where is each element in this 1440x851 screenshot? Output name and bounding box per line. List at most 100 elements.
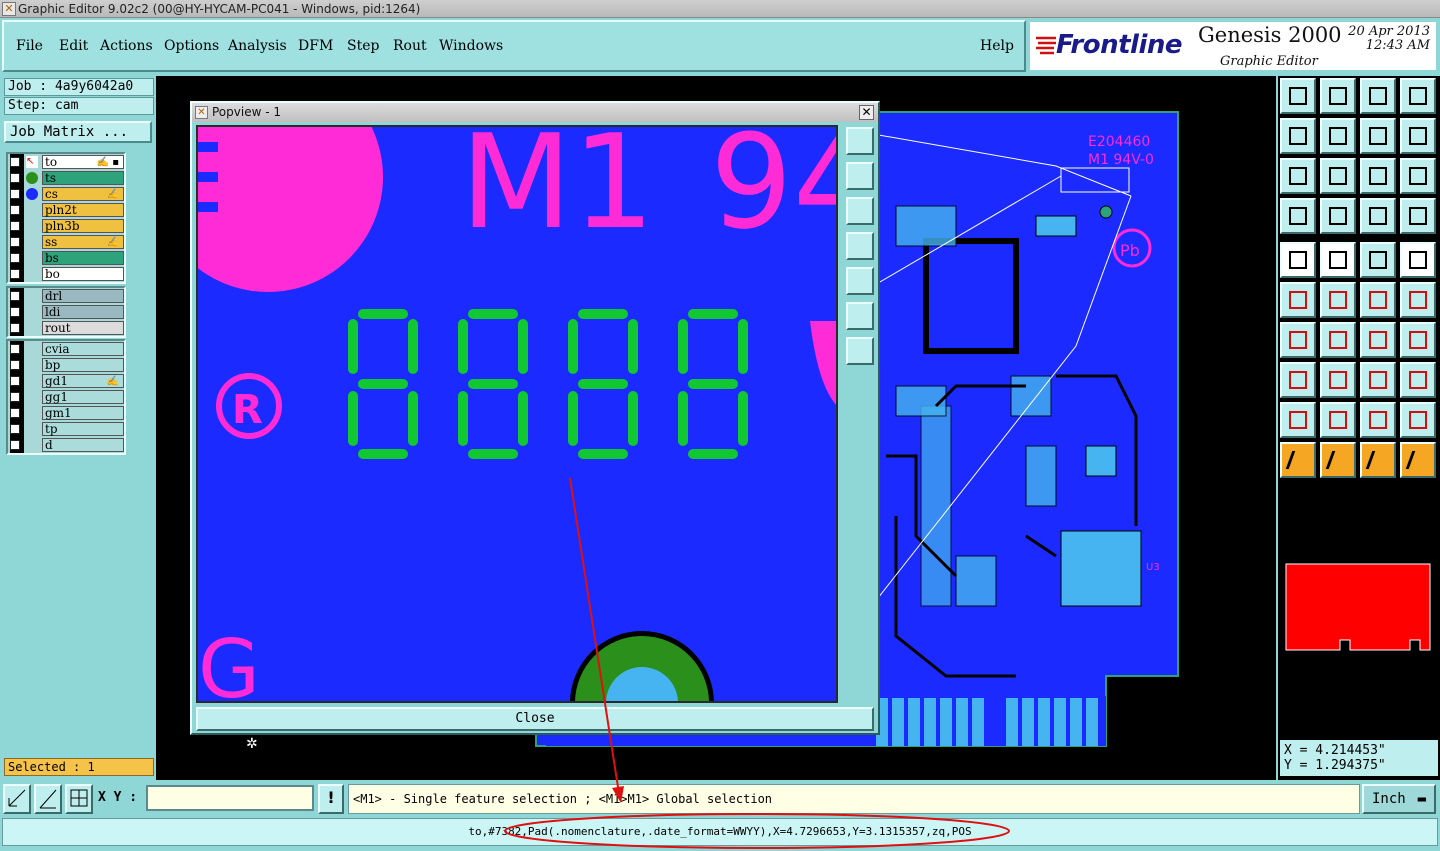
layer-row-bo[interactable]: bo (8, 266, 124, 282)
layer-row-to[interactable]: ↖ to ✍ ▪ (8, 154, 124, 170)
tool-button-5-3[interactable] (1400, 282, 1436, 318)
layer-affected-checkbox[interactable] (10, 376, 20, 386)
tool-button-7-1[interactable] (1320, 362, 1356, 398)
layer-row-bp[interactable]: bp (8, 357, 124, 373)
layer-row-gd1[interactable]: gd1 ✍ (8, 373, 124, 389)
menu-windows[interactable]: Windows (439, 38, 503, 54)
pv-pan-left-button[interactable] (846, 232, 874, 260)
menu-options[interactable]: Options (164, 38, 219, 54)
measure-button[interactable] (34, 784, 62, 814)
tool-button-8-1[interactable] (1320, 402, 1356, 438)
popview-window[interactable]: ✕ Popview - 1 ✕ M1 94 R G (190, 101, 880, 735)
layer-row-cs[interactable]: cs ✍ (8, 186, 124, 202)
grid-snap-button[interactable] (65, 784, 93, 814)
tool-button-4-2[interactable] (1360, 242, 1396, 278)
menu-edit[interactable]: Edit (59, 38, 88, 54)
layer-row-pln2t[interactable]: pln2t (8, 202, 124, 218)
layer-affected-checkbox[interactable] (10, 237, 20, 247)
tool-button-4-0[interactable] (1280, 242, 1316, 278)
menu-step[interactable]: Step (347, 38, 379, 54)
tool-button-1-1[interactable] (1320, 118, 1356, 154)
tool-button-2-0[interactable] (1280, 158, 1316, 194)
popview-close-icon[interactable]: ✕ (859, 105, 874, 120)
tool-button-6-1[interactable] (1320, 322, 1356, 358)
layer-row-d[interactable]: d (8, 437, 124, 453)
layer-row-gm1[interactable]: gm1 (8, 405, 124, 421)
tool-button-3-3[interactable] (1400, 198, 1436, 234)
pv-pan-up-button[interactable] (846, 162, 874, 190)
tool-button-8-0[interactable] (1280, 402, 1316, 438)
pv-zoom-out-button[interactable] (846, 337, 874, 365)
layer-affected-checkbox[interactable] (10, 408, 20, 418)
tool-button-1-3[interactable] (1400, 118, 1436, 154)
tool-button-6-0[interactable] (1280, 322, 1316, 358)
menu-actions[interactable]: Actions (100, 38, 153, 54)
tool-button-3-0[interactable] (1280, 198, 1316, 234)
popview-title-bar[interactable]: ✕ Popview - 1 (192, 103, 878, 122)
tool-button-2-1[interactable] (1320, 158, 1356, 194)
tool-button-3-2[interactable] (1360, 198, 1396, 234)
tool-button-1-0[interactable] (1280, 118, 1316, 154)
tool-button-9-2[interactable] (1360, 442, 1396, 478)
tool-button-0-0[interactable] (1280, 78, 1316, 114)
layer-row-gg1[interactable]: gg1 (8, 389, 124, 405)
layer-row-tp[interactable]: tp (8, 421, 124, 437)
layer-affected-checkbox[interactable] (10, 253, 20, 263)
tool-button-6-2[interactable] (1360, 322, 1396, 358)
zoom-area-button[interactable] (3, 784, 31, 814)
layer-row-ss[interactable]: ss ✍ (8, 234, 124, 250)
layer-row-drl[interactable]: drl (8, 288, 124, 304)
layer-row-rout[interactable]: rout (8, 320, 124, 336)
layer-row-bs[interactable]: bs (8, 250, 124, 266)
job-matrix-button[interactable]: Job Matrix ... (4, 121, 152, 143)
tool-button-5-2[interactable] (1360, 282, 1396, 318)
tool-button-0-2[interactable] (1360, 78, 1396, 114)
layer-row-ts[interactable]: ts (8, 170, 124, 186)
menu-file[interactable]: File (16, 38, 43, 54)
layer-affected-checkbox[interactable] (10, 269, 20, 279)
layer-affected-checkbox[interactable] (10, 189, 20, 199)
tool-button-7-2[interactable] (1360, 362, 1396, 398)
tool-button-5-0[interactable] (1280, 282, 1316, 318)
layer-row-ldi[interactable]: ldi (8, 304, 124, 320)
alert-button[interactable]: ! (318, 784, 344, 814)
board-miniview[interactable] (1280, 558, 1436, 654)
layer-affected-checkbox[interactable] (10, 173, 20, 183)
layer-affected-checkbox[interactable] (10, 344, 20, 354)
menu-help[interactable]: Help (980, 38, 1014, 54)
tool-button-7-0[interactable] (1280, 362, 1316, 398)
tool-button-8-3[interactable] (1400, 402, 1436, 438)
layer-affected-checkbox[interactable] (10, 291, 20, 301)
popview-canvas[interactable]: M1 94 R G (196, 125, 838, 703)
pv-zoom-in-button[interactable] (846, 302, 874, 330)
layer-row-cvia[interactable]: cvia (8, 341, 124, 357)
layer-affected-checkbox[interactable] (10, 205, 20, 215)
layer-affected-checkbox[interactable] (10, 323, 20, 333)
menu-analysis[interactable]: Analysis (228, 38, 287, 54)
tool-button-3-1[interactable] (1320, 198, 1356, 234)
tool-button-6-3[interactable] (1400, 322, 1436, 358)
layer-affected-checkbox[interactable] (10, 360, 20, 370)
menu-rout[interactable]: Rout (393, 38, 427, 54)
menu-dfm[interactable]: DFM (298, 38, 333, 54)
tool-button-0-1[interactable] (1320, 78, 1356, 114)
pv-zoom-home-button[interactable] (846, 127, 874, 155)
xy-input[interactable] (146, 785, 314, 811)
layer-row-pln3b[interactable]: pln3b (8, 218, 124, 234)
layer-affected-checkbox[interactable] (10, 440, 20, 450)
pv-pan-down-button[interactable] (846, 197, 874, 225)
window-title-bar[interactable]: ✕ Graphic Editor 9.02c2 (00@HY-HYCAM-PC0… (0, 0, 1440, 18)
pv-pan-right-button[interactable] (846, 267, 874, 295)
popview-close-button[interactable]: Close (196, 707, 874, 731)
tool-button-2-3[interactable] (1400, 158, 1436, 194)
tool-button-4-3[interactable] (1400, 242, 1436, 278)
tool-button-4-1[interactable] (1320, 242, 1356, 278)
tool-button-5-1[interactable] (1320, 282, 1356, 318)
layer-affected-checkbox[interactable] (10, 221, 20, 231)
tool-button-1-2[interactable] (1360, 118, 1396, 154)
layer-affected-checkbox[interactable] (10, 424, 20, 434)
tool-button-2-2[interactable] (1360, 158, 1396, 194)
layer-affected-checkbox[interactable] (10, 307, 20, 317)
layer-affected-checkbox[interactable] (10, 392, 20, 402)
tool-button-9-1[interactable] (1320, 442, 1356, 478)
